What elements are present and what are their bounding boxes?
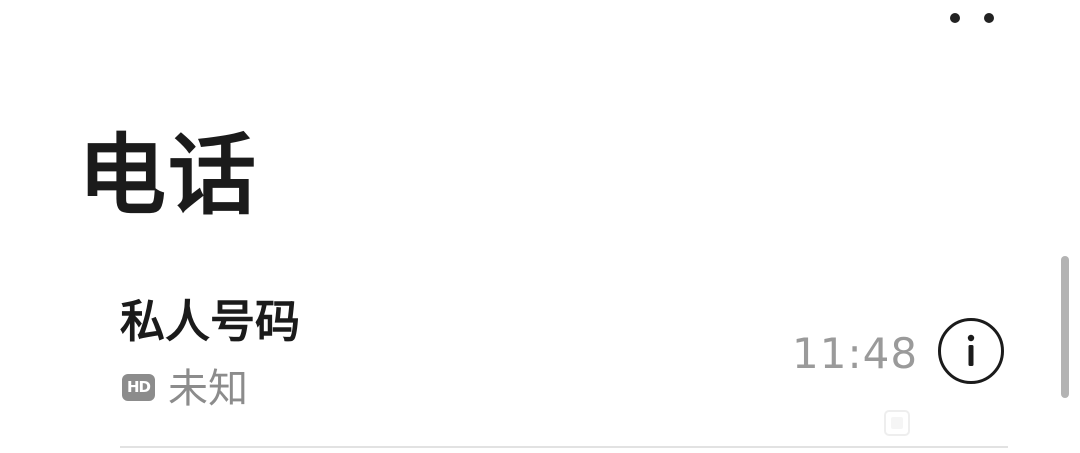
- call-log-item[interactable]: 私人号码 HD 未知 11:48: [120, 280, 1008, 448]
- more-dot-icon: [950, 13, 960, 23]
- more-dot-icon: [984, 13, 994, 23]
- row-divider: [120, 446, 1008, 448]
- call-type-icon: [884, 410, 910, 436]
- scrollbar[interactable]: [1061, 256, 1069, 398]
- call-time: 11:48: [792, 329, 919, 378]
- page-title: 电话: [78, 124, 259, 227]
- caller-name: 私人号码: [120, 295, 301, 348]
- caller-location: 未知: [168, 366, 248, 412]
- hd-badge-icon: HD: [122, 374, 155, 401]
- info-icon: [967, 334, 975, 366]
- info-button[interactable]: [938, 318, 1004, 384]
- more-options-button[interactable]: [926, 0, 1016, 36]
